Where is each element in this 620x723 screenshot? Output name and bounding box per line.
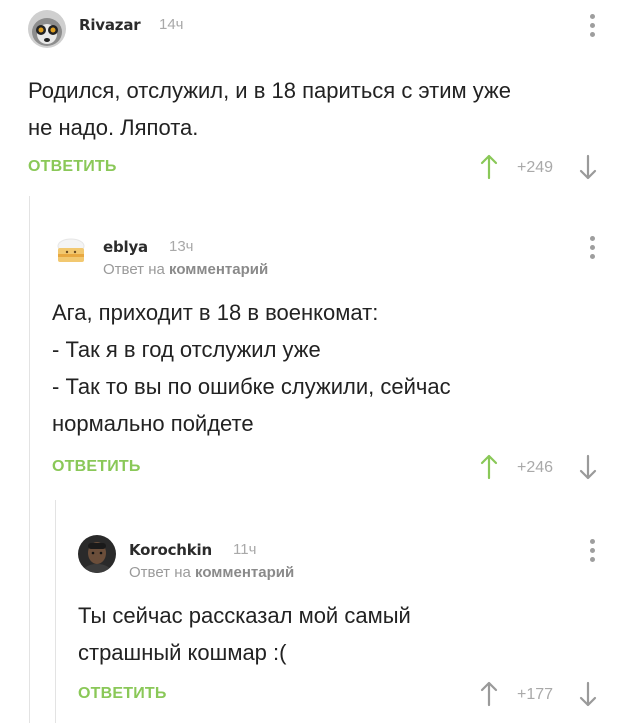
reply-button[interactable]: ОТВЕТИТЬ xyxy=(28,158,117,176)
comment-author[interactable]: Korochkin xyxy=(129,541,212,559)
comment-time: 13ч xyxy=(169,238,194,255)
thread-line xyxy=(29,196,30,723)
reply-to-prefix: Ответ на xyxy=(129,564,191,581)
vote-score: +249 xyxy=(517,159,554,176)
reply-to-comment-link[interactable]: комментарий xyxy=(169,261,268,278)
cake-avatar[interactable] xyxy=(52,232,90,270)
comment-line: Родился, отслужил, и в 18 париться с эти… xyxy=(28,78,511,103)
comment-time: 11ч xyxy=(233,541,257,558)
comment-time: 14ч xyxy=(159,16,184,33)
lemur-avatar[interactable] xyxy=(28,10,66,48)
comment-rivazar: Rivazar 14ч Родился, отслужил, и в 18 па… xyxy=(28,10,620,185)
comment-body: Родился, отслужил, и в 18 париться с эти… xyxy=(28,72,511,146)
more-options-icon[interactable] xyxy=(590,236,596,262)
more-options-icon[interactable] xyxy=(590,14,596,40)
upvote-arrow-icon[interactable] xyxy=(480,681,498,712)
vote-score: +246 xyxy=(517,459,554,476)
man-avatar[interactable] xyxy=(78,535,116,573)
comment-header: Korochkin 11ч Ответ на комментарий xyxy=(78,535,620,581)
reply-button[interactable]: ОТВЕТИТЬ xyxy=(52,458,141,476)
comment-header: eblya 13ч Ответ на комментарий xyxy=(52,232,620,278)
comment-line: не надо. Ляпота. xyxy=(28,115,199,140)
vote-score: +177 xyxy=(517,686,554,703)
comment-header: Rivazar 14ч xyxy=(28,10,620,56)
comment-body: Ты сейчас рассказал мой самый страшный к… xyxy=(78,597,411,671)
comment-eblya: eblya 13ч Ответ на комментарий Ага, прих… xyxy=(52,232,620,492)
comment-line: Ага, приходит в 18 в военкомат: xyxy=(52,300,379,325)
reply-to-prefix: Ответ на xyxy=(103,261,165,278)
comment-footer: ОТВЕТИТЬ +249 xyxy=(28,154,620,182)
downvote-arrow-icon[interactable] xyxy=(579,454,597,485)
comment-footer: ОТВЕТИТЬ +246 xyxy=(52,454,620,482)
comment-author[interactable]: eblya xyxy=(103,238,148,256)
upvote-arrow-icon[interactable] xyxy=(480,154,498,185)
comment-line: Ты сейчас рассказал мой самый xyxy=(78,603,411,628)
reply-to-link[interactable]: Ответ на комментарий xyxy=(103,261,268,278)
more-options-icon[interactable] xyxy=(590,539,596,565)
comment-body: Ага, приходит в 18 в военкомат: - Так я … xyxy=(52,294,451,442)
upvote-arrow-icon[interactable] xyxy=(480,454,498,485)
thread-line xyxy=(55,500,56,723)
reply-to-comment-link[interactable]: комментарий xyxy=(195,564,294,581)
comment-line: нормально пойдете xyxy=(52,411,254,436)
reply-to-link[interactable]: Ответ на комментарий xyxy=(129,564,294,581)
comment-line: - Так я в год отслужил уже xyxy=(52,337,321,362)
downvote-arrow-icon[interactable] xyxy=(579,681,597,712)
comment-author[interactable]: Rivazar xyxy=(79,16,141,34)
comment-footer: ОТВЕТИТЬ +177 xyxy=(78,681,620,709)
comment-line: страшный кошмар :( xyxy=(78,640,287,665)
comment-line: - Так то вы по ошибке служили, сейчас xyxy=(52,374,451,399)
comment-korochkin: Korochkin 11ч Ответ на комментарий Ты се… xyxy=(78,535,620,723)
reply-button[interactable]: ОТВЕТИТЬ xyxy=(78,685,167,703)
downvote-arrow-icon[interactable] xyxy=(579,154,597,185)
